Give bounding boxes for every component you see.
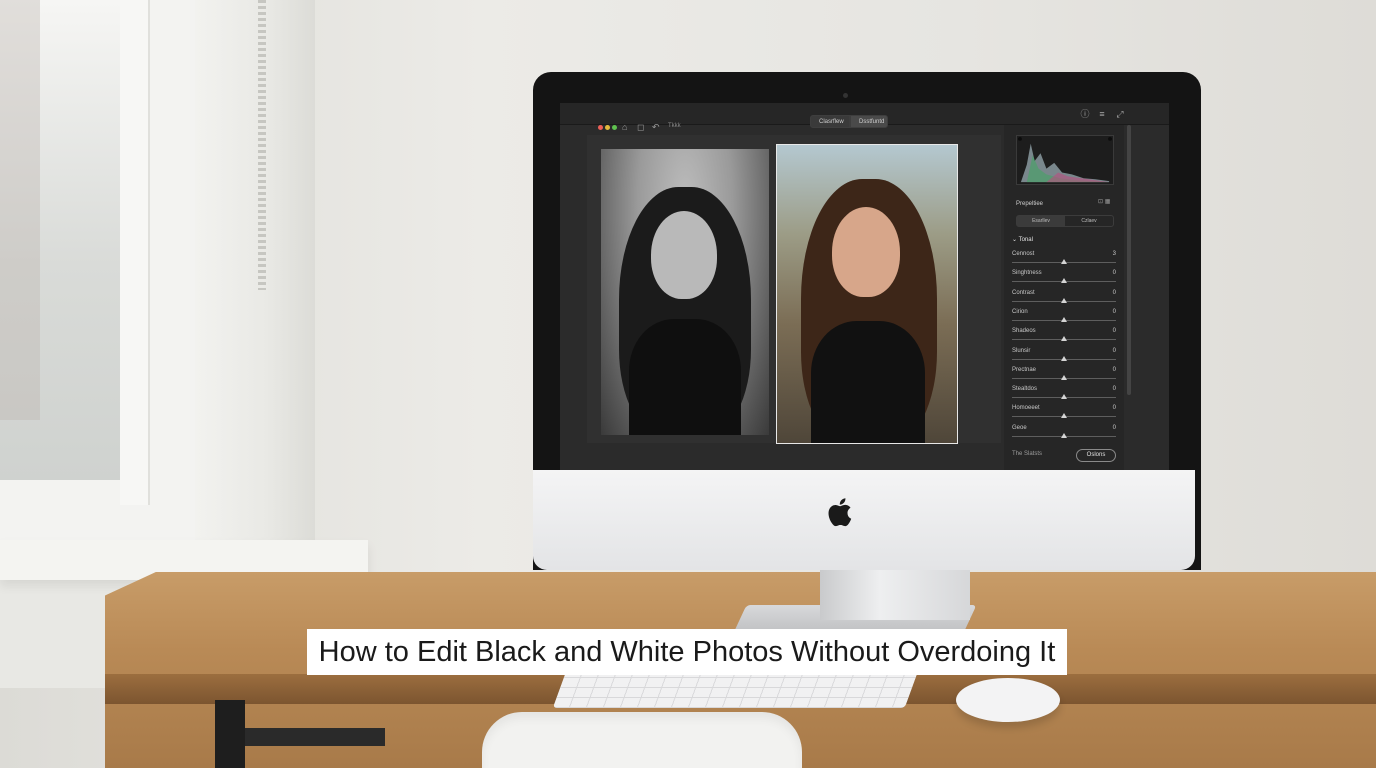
slider-row: Homoeeet 0 — [1012, 405, 1116, 424]
slider-value: 0 — [1112, 270, 1116, 277]
slider-row: Cirion 0 — [1012, 309, 1116, 328]
tab-view-1[interactable]: Clasrflew — [810, 115, 850, 128]
photo-color[interactable] — [776, 144, 958, 444]
slider-thumb[interactable] — [1061, 278, 1067, 284]
slider-row: Prectnae 0 — [1012, 367, 1116, 386]
menu-icon[interactable]: ≡ — [1097, 109, 1107, 119]
imac-camera — [843, 93, 848, 98]
slider-label: Homoeeet — [1012, 405, 1040, 412]
minimize-window-button[interactable] — [605, 125, 610, 130]
options-button[interactable]: Oslons — [1076, 449, 1116, 462]
slider-value: 0 — [1112, 289, 1116, 296]
slider-row: Slunsir 0 — [1012, 348, 1116, 367]
blind-cord — [258, 0, 266, 290]
app-window: ⌂ ◻ ↶ Tkkk Clasrflew Dsstfuntd ⓘ ≡ ⤢ Pre… — [560, 103, 1169, 470]
panel-mode-tabs: Esarllev Czlaev — [1016, 215, 1114, 227]
photo-black-and-white[interactable] — [601, 149, 769, 435]
maximize-window-button[interactable] — [612, 125, 617, 130]
slider-label: Contrast — [1012, 289, 1035, 296]
chair — [482, 712, 802, 768]
apple-logo — [828, 498, 852, 527]
slider-row: Shadeos 0 — [1012, 328, 1116, 347]
slider-value: 0 — [1112, 366, 1116, 373]
mouse — [956, 678, 1060, 722]
slider-label: Stealtdos — [1012, 386, 1038, 393]
slider-value: 0 — [1112, 347, 1116, 354]
slider-value: 0 — [1112, 405, 1116, 412]
panel-footer-text: The Slatsts — [1012, 451, 1043, 457]
slider-label: Cirion — [1012, 308, 1028, 315]
window-mullion — [120, 0, 150, 505]
slider-value: 0 — [1112, 424, 1116, 431]
imac-chin — [533, 470, 1195, 570]
titlebar-text: Tkkk — [668, 123, 681, 129]
slider-thumb[interactable] — [1061, 259, 1067, 264]
undo-icon[interactable]: ↶ — [652, 122, 662, 132]
desk-leg — [215, 700, 245, 768]
panel-title: Prepeltiee — [1016, 201, 1044, 207]
info-icon[interactable]: ⓘ — [1080, 109, 1090, 119]
slider-thumb[interactable] — [1061, 316, 1067, 322]
slider-label: Cennost — [1012, 251, 1035, 257]
slider-thumb[interactable] — [1061, 374, 1067, 380]
section-title: Tonal — [1018, 237, 1033, 243]
slider-label: Geoe — [1012, 424, 1027, 431]
slider-thumb[interactable] — [1061, 413, 1067, 419]
adjustment-panel: Prepeltiee ⊡ ▦ Esarllev Czlaev ⌄ Tonal C… — [1004, 125, 1124, 470]
slider-row: Contrast 0 — [1012, 290, 1116, 309]
close-window-button[interactable] — [598, 125, 603, 130]
tab-mode-1[interactable]: Esarllev — [1017, 216, 1065, 226]
slider-thumb[interactable] — [1061, 297, 1067, 303]
slider-row: Singhtness 0 — [1012, 270, 1116, 289]
slider-label: Prectnae — [1012, 366, 1037, 373]
slider-thumb[interactable] — [1061, 336, 1067, 342]
photo-canvas — [587, 135, 1001, 444]
histogram — [1016, 135, 1114, 185]
slider-value: 0 — [1112, 386, 1116, 393]
slider-row: Cennost 3 — [1012, 251, 1116, 270]
panel-scrollbar[interactable] — [1127, 125, 1131, 395]
window-glass — [0, 0, 120, 480]
slider-value: 0 — [1112, 308, 1116, 315]
tab-view-2[interactable]: Dsstfuntd — [850, 115, 888, 128]
slider-value: 3 — [1112, 251, 1116, 257]
section-tonal-header[interactable]: ⌄ Tonal — [1012, 236, 1033, 243]
panel-options-icon[interactable]: ⊡ ▦ — [1098, 198, 1110, 205]
window-post — [195, 0, 315, 545]
home-icon[interactable]: ⌂ — [622, 122, 632, 132]
tab-mode-2[interactable]: Czlaev — [1065, 216, 1113, 226]
slider-thumb[interactable] — [1061, 355, 1067, 361]
slider-value: 0 — [1112, 328, 1116, 335]
slider-row: Geoe 0 — [1012, 425, 1116, 444]
slider-label: Slunsir — [1012, 347, 1031, 354]
slider-thumb[interactable] — [1061, 394, 1067, 400]
crop-icon[interactable]: ◻ — [637, 122, 647, 132]
desk-leg-bar — [245, 728, 385, 746]
slider-label: Shadeos — [1012, 328, 1036, 335]
slider-row: Stealtdos 0 — [1012, 386, 1116, 405]
caption-title: How to Edit Black and White Photos Witho… — [307, 629, 1067, 675]
slider-thumb[interactable] — [1061, 432, 1067, 438]
expand-icon[interactable]: ⤢ — [1115, 109, 1125, 119]
slider-label: Singhtness — [1012, 270, 1042, 277]
